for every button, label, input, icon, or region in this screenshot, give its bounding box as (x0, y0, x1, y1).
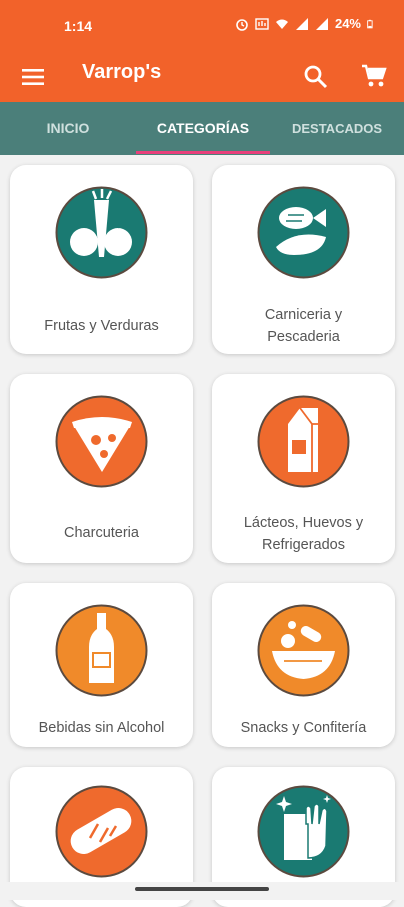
category-card-bebidas[interactable]: Bebidas sin Alcohol (10, 583, 193, 747)
category-label: Snacks y Confitería (240, 720, 367, 736)
alarm-icon (236, 18, 248, 31)
category-label: Charcuteria (64, 525, 139, 541)
category-card-lacteos[interactable]: Lácteos, Huevos y Refrigerados (212, 374, 395, 563)
cold-cuts-icon (55, 395, 148, 488)
tab-categorias[interactable]: CATEGORÍAS (136, 102, 270, 155)
cleaning-gloves-icon (257, 785, 350, 878)
search-icon[interactable] (302, 63, 330, 91)
category-label: Carniceria y Pescaderia (264, 307, 343, 345)
status-icons: 24% (235, 16, 376, 31)
shopping-cart-icon[interactable] (360, 62, 388, 90)
wifi-icon (275, 19, 288, 29)
category-card-charcuteria[interactable]: Charcuteria (10, 374, 193, 563)
tab-inicio[interactable]: INICIO (0, 102, 136, 155)
status-time: 1:14 (64, 18, 93, 34)
battery-percent: 24% (334, 16, 361, 31)
signal-icon (295, 17, 308, 30)
meat-fish-icon (257, 186, 350, 279)
category-label: Lácteos, Huevos y Refrigerados (243, 515, 364, 553)
fruits-vegetables-icon (55, 186, 148, 279)
app-bar: Varrop's (0, 52, 404, 102)
snacks-bowl-icon (257, 604, 350, 697)
status-bar: 1:14 24% (0, 0, 404, 52)
hamburger-menu-icon[interactable] (20, 64, 46, 90)
milk-carton-icon (257, 395, 350, 488)
tab-destacados[interactable]: DESTACADOS (270, 102, 404, 155)
category-card-snacks[interactable]: Snacks y Confitería (212, 583, 395, 747)
gesture-bar[interactable] (135, 887, 269, 891)
category-label: Bebidas sin Alcohol (38, 720, 165, 736)
app-title: Varrop's (82, 61, 162, 83)
bread-icon (55, 785, 148, 878)
data-icon (255, 17, 269, 30)
category-card-frutas-verduras[interactable]: Frutas y Verduras (10, 165, 193, 354)
nav-area (0, 882, 404, 900)
battery-icon (367, 19, 373, 28)
category-label: Frutas y Verduras (44, 318, 159, 334)
tab-indicator (136, 151, 270, 154)
signal-2-icon (315, 17, 328, 30)
category-card-carniceria-pescaderia[interactable]: Carniceria y Pescaderia (212, 165, 395, 354)
soft-drink-bottle-icon (55, 604, 148, 697)
tab-bar: INICIO CATEGORÍAS DESTACADOS (0, 102, 404, 155)
